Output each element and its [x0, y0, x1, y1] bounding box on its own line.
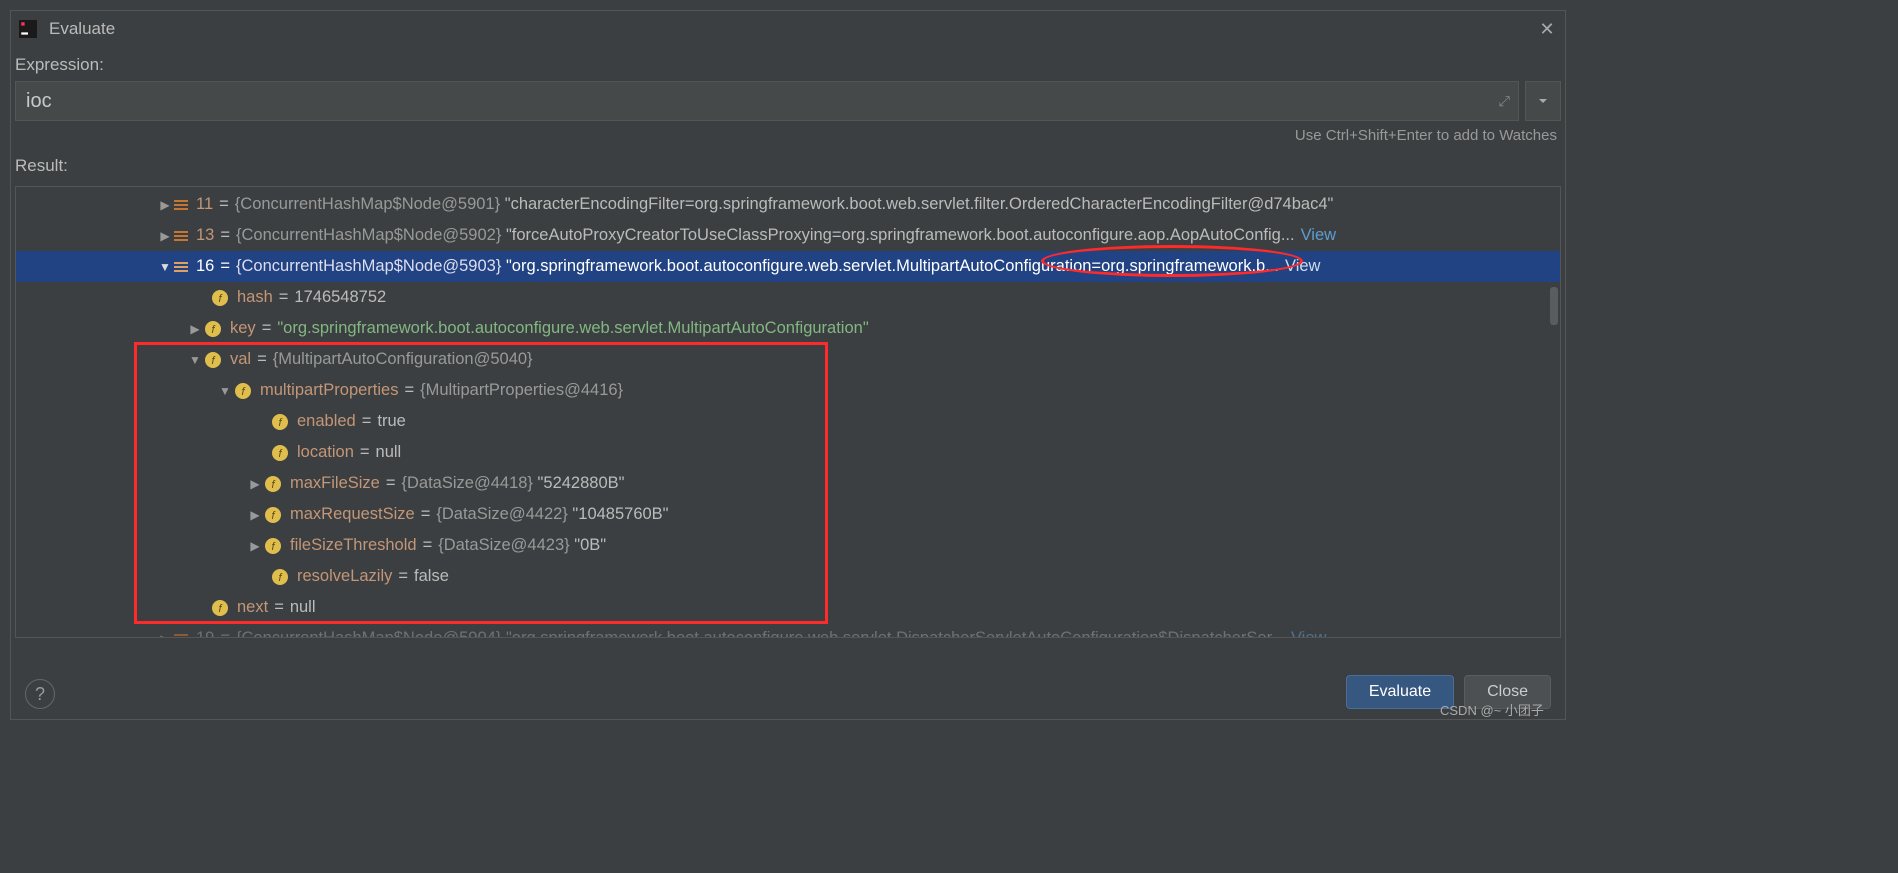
tree-node-val[interactable]: ▼ f val = {MultipartAutoConfiguration@50… — [16, 344, 1560, 375]
chevron-right-icon[interactable]: ▶ — [156, 229, 174, 243]
field-icon: f — [204, 351, 222, 369]
tree-node-resolve-lazily[interactable]: f resolveLazily = false — [16, 561, 1560, 592]
tree-node-max-file-size[interactable]: ▶ f maxFileSize = {DataSize@4418} "52428… — [16, 468, 1560, 499]
field-icon: f — [264, 506, 282, 524]
tree-node-location[interactable]: f location = null — [16, 437, 1560, 468]
tree-node-max-request-size[interactable]: ▶ f maxRequestSize = {DataSize@4422} "10… — [16, 499, 1560, 530]
chevron-down-icon[interactable]: ▼ — [216, 384, 234, 398]
field-icon: f — [271, 568, 289, 586]
tree-node-hash[interactable]: f hash = 1746548752 — [16, 282, 1560, 313]
help-button[interactable]: ? — [25, 679, 55, 709]
chevron-right-icon[interactable]: ▶ — [186, 322, 204, 336]
tree-node-multipart-properties[interactable]: ▼ f multipartProperties = {MultipartProp… — [16, 375, 1560, 406]
scrollbar-thumb[interactable] — [1550, 287, 1558, 325]
tree-node-next[interactable]: f next = null — [16, 592, 1560, 623]
view-link[interactable]: View — [1285, 257, 1320, 276]
chevron-right-icon[interactable]: ▶ — [246, 508, 264, 522]
expression-text: ioc — [26, 90, 52, 113]
result-tree[interactable]: ▶ 11 = {ConcurrentHashMap$Node@5901} "ch… — [15, 186, 1561, 638]
evaluate-button[interactable]: Evaluate — [1346, 675, 1454, 709]
chevron-right-icon[interactable]: ▶ — [156, 198, 174, 212]
window-title: Evaluate — [49, 19, 1537, 39]
tree-node-key[interactable]: ▶ f key = "org.springframework.boot.auto… — [16, 313, 1560, 344]
watermark-text: CSDN @~ 小团子 — [1440, 700, 1892, 871]
expression-input[interactable]: ioc ⤢ — [15, 81, 1519, 121]
result-label: Result: — [11, 148, 1565, 182]
expand-icon[interactable]: ⤢ — [1499, 93, 1510, 110]
field-icon: f — [271, 444, 289, 462]
evaluate-dialog: Evaluate ✕ Expression: ioc ⤢ Use Ctrl+Sh… — [10, 10, 1566, 720]
map-entry-icon — [174, 260, 188, 274]
titlebar: Evaluate ✕ — [11, 11, 1565, 47]
chevron-right-icon[interactable]: ▶ — [246, 539, 264, 553]
field-icon: f — [204, 320, 222, 338]
map-entry-icon — [174, 229, 188, 243]
field-icon: f — [234, 382, 252, 400]
view-link[interactable]: View — [1301, 226, 1336, 245]
chevron-right-icon[interactable]: ▶ — [246, 477, 264, 491]
tree-node-entry-13[interactable]: ▶ 13 = {ConcurrentHashMap$Node@5902} "fo… — [16, 220, 1560, 251]
field-icon: f — [264, 537, 282, 555]
view-link[interactable]: View — [1291, 629, 1326, 638]
tree-node-entry-11[interactable]: ▶ 11 = {ConcurrentHashMap$Node@5901} "ch… — [16, 189, 1560, 220]
field-icon: f — [211, 289, 229, 307]
chevron-down-icon[interactable]: ▼ — [156, 260, 174, 274]
intellij-icon — [19, 20, 37, 38]
chevron-right-icon[interactable]: ▶ — [156, 632, 174, 639]
hint-text: Use Ctrl+Shift+Enter to add to Watches — [11, 121, 1565, 148]
field-icon: f — [211, 599, 229, 617]
field-icon: f — [264, 475, 282, 493]
map-entry-icon — [174, 632, 188, 639]
chevron-down-icon[interactable]: ▼ — [186, 353, 204, 367]
tree-node-enabled[interactable]: f enabled = true — [16, 406, 1560, 437]
chevron-down-icon — [1538, 96, 1548, 106]
tree-node-entry-16[interactable]: ▼ 16 = {ConcurrentHashMap$Node@5903} "or… — [16, 251, 1560, 282]
expression-history-dropdown[interactable] — [1525, 81, 1561, 121]
field-icon: f — [271, 413, 289, 431]
close-icon[interactable]: ✕ — [1537, 19, 1557, 39]
expression-label: Expression: — [11, 47, 1565, 81]
tree-node-file-size-threshold[interactable]: ▶ f fileSizeThreshold = {DataSize@4423} … — [16, 530, 1560, 561]
map-entry-icon — [174, 198, 188, 212]
tree-node-entry-19[interactable]: ▶ 19 = {ConcurrentHashMap$Node@5904} "or… — [16, 623, 1560, 638]
